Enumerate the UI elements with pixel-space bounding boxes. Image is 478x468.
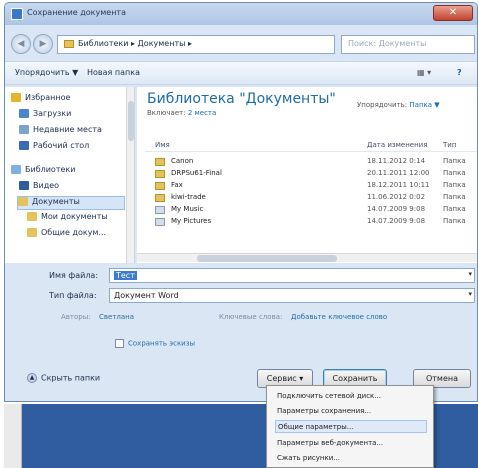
folder-icon [155,158,165,166]
authors-value[interactable]: Светлана [99,313,134,321]
header-divider [145,151,477,152]
sidebar-item-libraries[interactable]: Библиотеки [11,165,75,179]
new-folder-button[interactable]: Новая папка [87,68,140,77]
file-row[interactable]: My Music 14.07.2009 9:08 Папка [145,205,477,216]
file-row[interactable]: Fax 18.12.2011 10:11 Папка [145,181,477,192]
view-options-icon[interactable]: ▦ ▾ [417,68,431,77]
title-bar: Сохранение документа ✕ [5,3,477,25]
menu-item-compress-pictures[interactable]: Сжать рисунки... [275,452,427,465]
tags-label: Ключевые слова: [219,313,283,321]
filename-label: Имя файла: [49,271,99,280]
address-path: Библиотеки ▸ Документы ▸ [78,39,192,48]
forward-button[interactable]: ▶ [33,34,53,54]
file-row[interactable]: DRPSu61-Final 20.11.2011 12:00 Папка [145,169,477,180]
window-title: Сохранение документа [27,8,126,17]
search-input[interactable]: Поиск: Документы [341,35,475,54]
folder-icon [27,228,37,237]
checkbox-icon [115,339,124,348]
arrange-by: Упорядочить: Папка ▼ [357,101,440,109]
back-button[interactable]: ◀ [11,34,31,54]
music-folder-icon [155,206,165,214]
scroll-thumb[interactable] [197,255,337,262]
search-placeholder: Поиск: Документы [348,39,427,48]
document-ruler [4,404,22,468]
pictures-folder-icon [155,218,165,226]
sidebar-item-favorites[interactable]: Избранное [11,93,70,107]
chevron-down-icon: ▾ [468,290,472,298]
folder-icon [155,194,165,202]
navigation-bar: ◀ ▶ Библиотеки ▸ Документы ▸ Поиск: Доку… [5,29,477,59]
filetype-select[interactable]: Документ Word ▾ [109,288,475,303]
service-menu: Подключить сетевой диск... Параметры сох… [266,385,434,468]
library-title: Библиотека "Документы" [147,91,336,107]
menu-item-general-options[interactable]: Общие параметры... [275,420,427,433]
recent-places-icon [19,125,29,134]
save-form: Имя файла: Тест ▾ Тип файла: Документ Wo… [5,265,477,401]
folder-icon [27,212,37,221]
address-bar[interactable]: Библиотеки ▸ Документы ▸ [57,35,335,54]
sidebar-item-shared-documents[interactable]: Общие докум... [27,228,106,242]
save-dialog: Сохранение документа ✕ ◀ ▶ Библиотеки ▸ … [4,2,478,402]
star-icon [11,93,21,102]
sidebar-item-desktop[interactable]: Рабочий стол [19,141,89,155]
desktop-icon [19,141,29,150]
documents-icon [18,197,28,206]
file-row[interactable]: Canon 18.11.2012 0:14 Папка [145,157,477,168]
downloads-icon [19,109,29,118]
save-thumbnail-checkbox[interactable]: Сохранять эскизы [115,339,195,348]
video-icon [19,181,29,190]
tags-value[interactable]: Добавьте ключевое слово [291,313,387,321]
hide-folders-button[interactable]: ▲ Скрыть папки [27,373,100,383]
filetype-label: Тип файла: [49,291,97,300]
navigation-pane: Избранное Загрузки Недавние места Рабочи… [5,87,135,263]
folder-icon [64,39,74,48]
file-list-pane: Библиотека "Документы" Включает: 2 места… [137,87,477,263]
arrange-dropdown[interactable]: Папка ▼ [409,101,439,109]
sidebar-item-my-documents[interactable]: Мои документы [27,212,108,226]
chevron-down-icon[interactable]: ▾ [468,270,472,278]
file-list-scrollbar[interactable] [137,253,477,262]
scroll-thumb[interactable] [128,101,134,141]
column-header-name[interactable]: Имя [155,141,170,149]
help-icon[interactable]: ? [457,68,462,77]
menu-item-map-network-drive[interactable]: Подключить сетевой диск... [275,390,427,403]
libraries-icon [11,165,21,174]
filename-input[interactable]: Тест ▾ [109,268,475,283]
sidebar-item-documents[interactable]: Документы [17,196,125,210]
sidebar-item-video[interactable]: Видео [19,181,59,195]
authors-label: Авторы: [61,313,91,321]
menu-item-save-options[interactable]: Параметры сохранения... [275,405,427,418]
chevron-down-icon: ▾ [299,374,304,383]
file-row[interactable]: My Pictures 14.07.2009 9:08 Папка [145,217,477,228]
file-row[interactable]: kiwi-trade 11.06.2012 0:02 Папка [145,193,477,204]
sidebar-scrollbar[interactable] [126,87,134,263]
library-includes: Включает: 2 места [147,109,217,117]
menu-item-web-options[interactable]: Параметры веб-документа... [275,437,427,450]
organize-button[interactable]: Упорядочить ▼ [15,68,78,77]
column-header-type[interactable]: Тип [443,141,456,149]
sidebar-item-recent-places[interactable]: Недавние места [19,125,102,139]
close-button[interactable]: ✕ [433,5,473,21]
word-doc-icon [11,8,23,20]
folder-icon [155,182,165,190]
toolbar: Упорядочить ▼ Новая папка ▦ ▾ ? [5,61,477,85]
sidebar-item-downloads[interactable]: Загрузки [19,109,71,123]
folder-icon [155,170,165,178]
chevron-up-icon: ▲ [27,373,37,383]
includes-link[interactable]: 2 места [188,109,216,117]
column-header-date[interactable]: Дата изменения [367,141,427,149]
